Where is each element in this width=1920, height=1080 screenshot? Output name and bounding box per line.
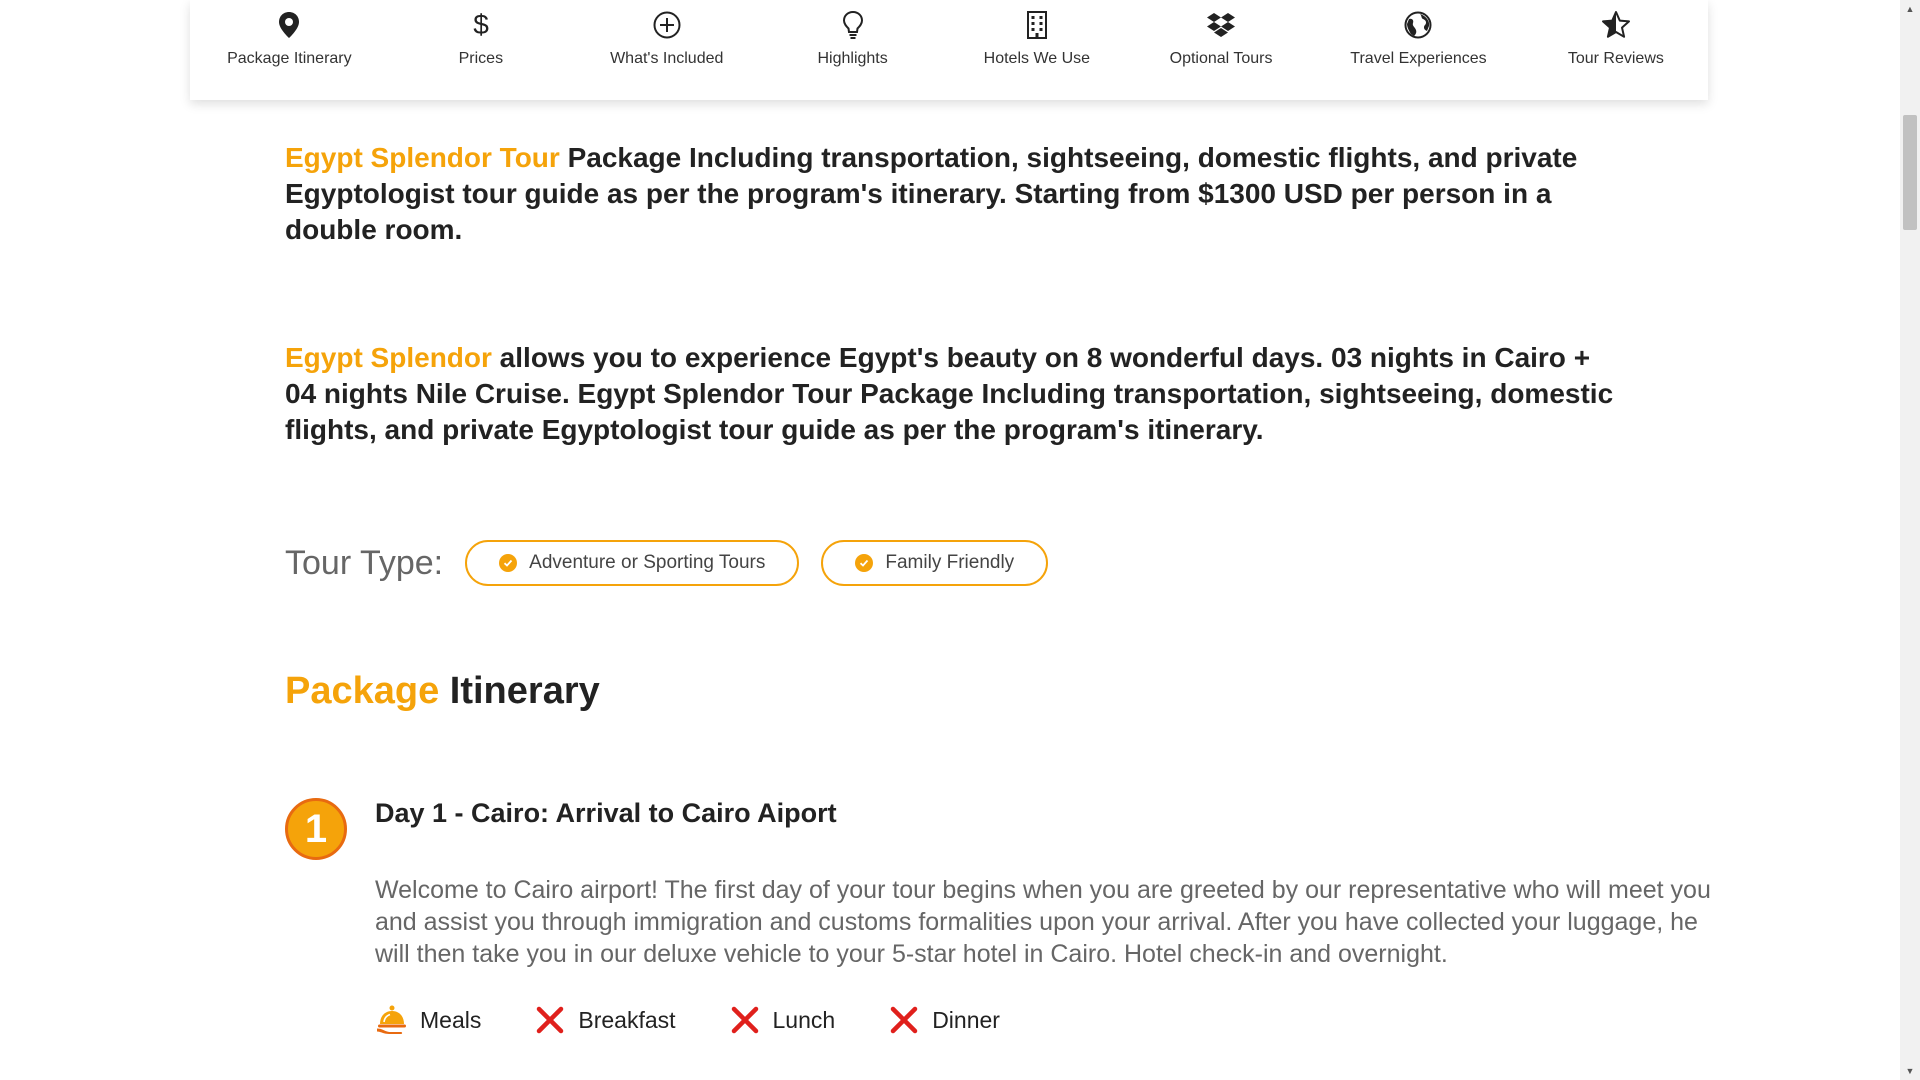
meal-breakfast: Breakfast [533,1004,676,1036]
nav-item-prices[interactable]: $ Prices [426,0,536,68]
day-number-badge: 1 [285,798,347,860]
globe-icon [1403,10,1433,40]
dropbox-icon [1206,10,1236,40]
nav-label: Optional Tours [1169,50,1273,67]
itinerary-section-title: Package Itinerary [285,670,600,713]
meal-lunch: Lunch [728,1004,836,1036]
nav-item-highlights[interactable]: Highlights [798,0,908,68]
lightbulb-icon [838,10,868,40]
intro-highlight: Egypt Splendor Tour [285,142,560,173]
nav-item-optional-tours[interactable]: Optional Tours [1166,0,1276,68]
page-scrollbar[interactable]: ▲ ▼ [1900,0,1920,1080]
nav-label: What's Included [610,50,724,67]
tour-type-row: Tour Type: Adventure or Sporting Tours F… [285,540,1070,586]
svg-text:$: $ [473,10,489,40]
tour-type-label: Tour Type: [285,543,444,582]
building-icon [1022,10,1052,40]
nav-label: Travel Experiences [1350,50,1487,67]
tour-type-tag-family[interactable]: Family Friendly [821,540,1049,586]
dollar-icon: $ [466,10,496,40]
tag-label: Family Friendly [885,552,1015,573]
cross-icon [728,1004,762,1036]
meals-label: Meals [420,1006,482,1033]
cloche-icon [375,1004,409,1036]
nav-label: Tour Reviews [1567,50,1664,67]
meal-label: Breakfast [578,1006,676,1033]
check-circle-icon [499,554,518,572]
scrollbar-thumb[interactable] [1903,115,1917,230]
meals-row: Meals Breakfast Lunch Dinner [375,1004,1052,1036]
meals-label-item: Meals [375,1004,481,1036]
nav-item-hotels[interactable]: Hotels We Use [982,0,1092,68]
tour-section-nav: Package Itinerary $ Prices What's Includ… [190,0,1708,100]
scroll-up-arrow-icon[interactable]: ▲ [1900,0,1920,18]
meal-label: Dinner [932,1006,1000,1033]
intro-paragraph-overview: Egypt Splendor allows you to experience … [285,340,1615,448]
title-rest: Itinerary [439,670,600,712]
cross-icon [887,1004,921,1036]
day-title: Day 1 - Cairo: Arrival to Cairo Aiport [375,798,837,828]
cross-icon [533,1004,567,1036]
map-pin-icon [274,10,304,40]
tour-type-tag-adventure[interactable]: Adventure or Sporting Tours [465,540,800,586]
scroll-down-arrow-icon[interactable]: ▼ [1900,1062,1920,1080]
plus-circle-icon [652,10,682,40]
check-circle-icon [855,554,874,572]
nav-label: Prices [458,50,504,67]
star-half-icon [1601,10,1631,40]
nav-item-package-itinerary[interactable]: Package Itinerary [227,0,352,68]
nav-label: Hotels We Use [983,50,1091,67]
nav-label: Highlights [817,50,888,67]
nav-label: Package Itinerary [227,50,352,67]
tag-label: Adventure or Sporting Tours [529,552,766,573]
title-highlight: Package [285,670,440,712]
meal-label: Lunch [772,1006,836,1033]
intro-paragraph-price: Egypt Splendor Tour Package Including tr… [285,140,1615,248]
nav-item-tour-reviews[interactable]: Tour Reviews [1561,0,1671,68]
day-description: Welcome to Cairo airport! The first day … [375,876,1711,968]
meal-dinner: Dinner [887,1004,1000,1036]
intro-highlight: Egypt Splendor [285,342,492,373]
nav-item-travel-experiences[interactable]: Travel Experiences [1350,0,1487,68]
nav-item-whats-included[interactable]: What's Included [610,0,723,68]
